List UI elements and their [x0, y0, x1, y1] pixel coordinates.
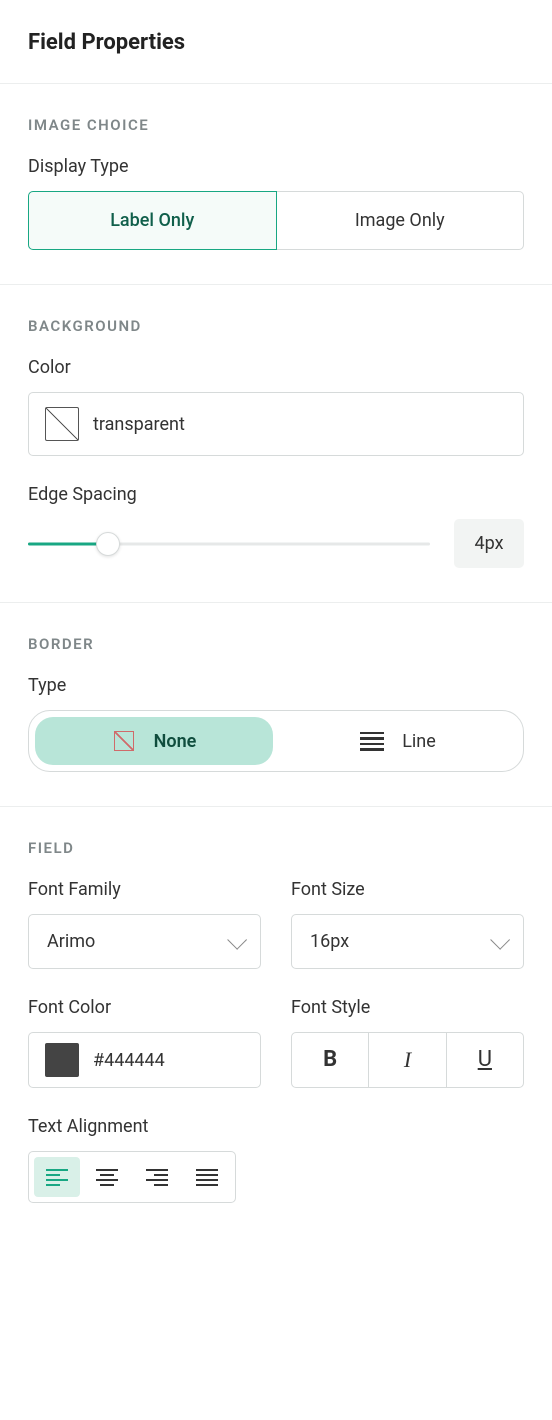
border-type-line-label: Line	[402, 731, 436, 752]
font-size-label: Font Size	[291, 879, 524, 900]
font-family-select[interactable]: Arimo	[28, 914, 261, 969]
text-alignment-group	[28, 1151, 236, 1203]
align-right-icon	[146, 1169, 168, 1186]
section-heading-background: BACKGROUND	[28, 317, 524, 335]
font-size-select[interactable]: 16px	[291, 914, 524, 969]
text-alignmentseção-group: Text Alignment	[28, 1116, 524, 1203]
section-background: BACKGROUND Color transparent Edge Spacin…	[0, 284, 552, 602]
font-color-group: Font Color #444444	[28, 997, 261, 1088]
border-type-label: Type	[28, 675, 524, 696]
edge-spacing-value: 4px	[454, 519, 524, 568]
chevron-down-icon	[490, 929, 510, 949]
panel-title: Field Properties	[0, 0, 552, 83]
border-type-group: None Line	[28, 710, 524, 772]
chevron-down-icon	[227, 929, 247, 949]
section-heading-field: FIELD	[28, 839, 524, 857]
edge-spacing-label: Edge Spacing	[28, 484, 524, 505]
line-icon	[360, 729, 384, 753]
background-color-label: Color	[28, 357, 524, 378]
section-image-choice: IMAGE CHOICE Display Type Label Only Ima…	[0, 83, 552, 284]
italic-toggle[interactable]: I	[368, 1033, 445, 1087]
font-family-value: Arimo	[47, 931, 95, 952]
transparent-swatch-icon	[45, 407, 79, 441]
font-style-toggle-row: B I U	[291, 1032, 524, 1088]
bold-toggle[interactable]: B	[292, 1033, 368, 1087]
text-alignment-label: Text Alignment	[28, 1116, 524, 1137]
display-type-option-image-only[interactable]: Image Only	[277, 191, 525, 250]
align-center-button[interactable]	[84, 1157, 130, 1197]
align-left-icon	[46, 1169, 68, 1186]
display-type-option-label-only[interactable]: Label Only	[28, 191, 277, 250]
slider-thumb-icon[interactable]	[96, 532, 120, 556]
border-type-none-label: None	[154, 731, 197, 752]
font-color-value: #444444	[93, 1050, 165, 1071]
edge-spacing-control: 4px	[28, 519, 524, 568]
display-type-group: Label Only Image Only	[28, 191, 524, 250]
align-justify-icon	[196, 1169, 218, 1186]
border-type-option-none[interactable]: None	[35, 717, 273, 765]
section-heading-border: BORDER	[28, 635, 524, 653]
section-field: FIELD Font Family Arimo Font Size 16px F…	[0, 806, 552, 1237]
font-family-label: Font Family	[28, 879, 261, 900]
align-justify-button[interactable]	[184, 1157, 230, 1197]
section-heading-image-choice: IMAGE CHOICE	[28, 116, 524, 134]
none-icon	[112, 729, 136, 753]
font-size-value: 16px	[310, 931, 349, 952]
align-right-button[interactable]	[134, 1157, 180, 1197]
edge-spacing-slider[interactable]	[28, 532, 430, 556]
align-left-button[interactable]	[34, 1157, 80, 1197]
font-color-picker[interactable]: #444444	[28, 1032, 261, 1088]
background-color-value: transparent	[93, 414, 185, 435]
font-color-label: Font Color	[28, 997, 261, 1018]
border-type-option-line[interactable]: Line	[279, 717, 517, 765]
font-style-label: Font Style	[291, 997, 524, 1018]
section-border: BORDER Type None Line	[0, 602, 552, 806]
font-family-group: Font Family Arimo	[28, 879, 261, 969]
align-center-icon	[96, 1169, 118, 1186]
font-style-group: Font Style B I U	[291, 997, 524, 1088]
color-swatch-icon	[45, 1043, 79, 1077]
font-size-group: Font Size 16px	[291, 879, 524, 969]
underline-toggle[interactable]: U	[446, 1033, 523, 1087]
background-color-picker[interactable]: transparent	[28, 392, 524, 456]
display-type-label: Display Type	[28, 156, 524, 177]
